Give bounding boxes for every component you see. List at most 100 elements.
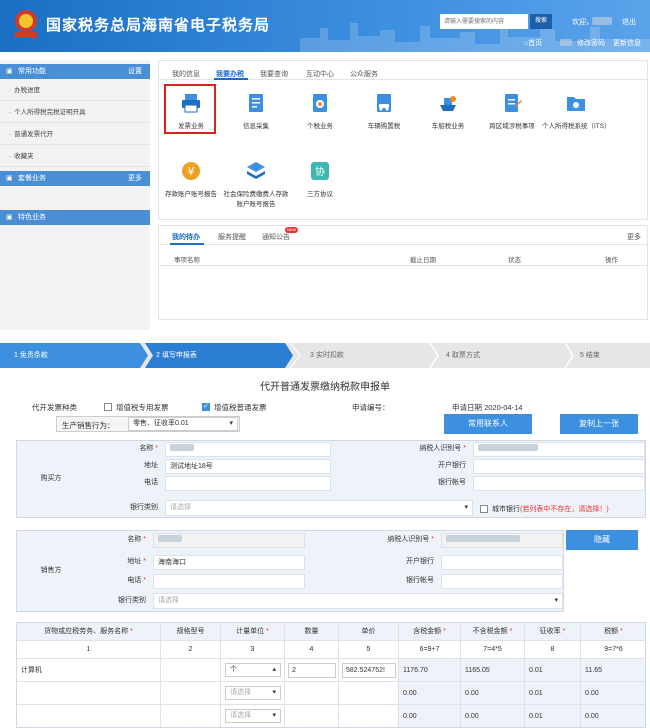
required-mark: * (264, 628, 269, 635)
more-link[interactable]: 更多 (128, 171, 142, 186)
seller-account-input[interactable] (441, 574, 563, 589)
buyer-bank-type-select[interactable]: 请选择 ▾ (165, 500, 473, 516)
table-cell[interactable] (161, 705, 221, 727)
table-cell[interactable] (285, 682, 339, 705)
unit-select[interactable]: 请选择 ▾ (225, 686, 281, 700)
tab-my-todo[interactable]: 我的待办 (172, 232, 200, 242)
invoice-type-label: 代开发票种类 (32, 403, 77, 412)
buyer-open-bank-input[interactable] (473, 459, 645, 474)
func-social-insurance-account[interactable]: 社会保险费缴费人存款账户账号报告 (222, 160, 290, 208)
welcome-text: 欢迎， (572, 19, 593, 26)
unit-select[interactable]: 个 ▴ (225, 663, 281, 677)
table-cell[interactable]: 个 ▴ (221, 659, 285, 682)
col-status: 状态 (508, 257, 521, 264)
func-tripartite-agreement[interactable]: 协 三方协议 (286, 160, 354, 198)
step-fill-form[interactable]: 2 填写申报表 (156, 343, 197, 368)
buyer-phone-input[interactable] (165, 476, 331, 491)
table-cell[interactable]: 计算机 (17, 659, 161, 682)
seller-phone-input[interactable] (153, 574, 305, 589)
table-cell[interactable]: 请选择 ▾ (221, 682, 285, 705)
search-input[interactable] (440, 14, 528, 29)
sidebar-section-common[interactable]: ▣ 常用功能 设置 (0, 64, 150, 79)
func-deposit-account-report[interactable]: ¥ 存款账户账号报告 (157, 160, 225, 198)
tab-query[interactable]: 我要查询 (260, 69, 288, 79)
func-vehicle-vessel-tax[interactable]: 车船税业务 (414, 92, 482, 130)
copy-last-button[interactable]: 复制上一张 (560, 414, 638, 434)
apply-no-label: 申请编号： (352, 403, 390, 412)
sidebar-section-featured[interactable]: ▣ 特色业务 (0, 210, 150, 225)
col-header-text: 数量 (304, 628, 319, 635)
update-info-link[interactable]: 更新信息 (613, 38, 641, 48)
section-title: 套餐业务 (18, 175, 46, 182)
buyer-tax-id-input[interactable] (473, 442, 645, 457)
document-edit-icon (505, 94, 522, 112)
hide-button[interactable]: 隐藏 (566, 530, 638, 550)
col-index: 9=7*6 (581, 641, 645, 659)
seller-phone-label: 电话 * (86, 574, 152, 588)
table-cell[interactable] (17, 705, 161, 727)
buyer-address-input[interactable]: 测试地址18号 (165, 459, 331, 474)
sidebar-item-progress[interactable]: 办税进度 (0, 80, 150, 101)
step-disclaimer[interactable]: 1 免责条款 (14, 343, 48, 368)
tab-service-reminder[interactable]: 服务提醒 (218, 232, 246, 242)
func-vehicle-purchase-tax[interactable]: 车辆购置税 (350, 92, 418, 130)
placeholder: 请选择 (158, 597, 179, 604)
sidebar-item-favorites[interactable]: 收藏夹 (0, 146, 150, 167)
col-header-text: 货物或应税劳务、服务名称 (44, 628, 129, 635)
col-header: 征收率 * (525, 623, 581, 641)
table-cell[interactable] (161, 659, 221, 682)
func-invoice[interactable]: 发票业务 (157, 92, 225, 130)
table-cell[interactable]: 2 (285, 659, 339, 682)
col-action: 操作 (605, 257, 618, 264)
func-its[interactable]: 个人所得税系统（ITS） (542, 92, 611, 130)
city-bank-checkbox[interactable] (480, 505, 488, 513)
home-link[interactable]: ⌂首页 (524, 38, 542, 48)
table-cell[interactable] (161, 682, 221, 705)
tab-public-service[interactable]: 公众服务 (350, 69, 378, 79)
normal-invoice-checkbox[interactable] (202, 402, 210, 411)
personal-tax-icon (313, 94, 327, 112)
seller-bank-type-select[interactable]: 请选择 ▾ (153, 593, 563, 609)
table-cell: 11.65 (581, 659, 645, 682)
tab-notice[interactable]: 通知公告 (262, 232, 290, 242)
more-link[interactable]: 更多 (627, 232, 641, 242)
func-label: 车辆购置税 (367, 123, 401, 130)
special-invoice-checkbox[interactable] (104, 403, 112, 411)
username-blurred (592, 17, 612, 25)
sidebar-item-tax-certificate[interactable]: 个人所得税完税证明开具 (0, 102, 150, 123)
buyer-name-input[interactable] (165, 442, 331, 457)
table-cell[interactable] (285, 705, 339, 727)
seller-bank-type-label: 银行类别 (86, 594, 152, 608)
table-cell[interactable] (17, 682, 161, 705)
tab-my-info[interactable]: 我的信息 (172, 69, 200, 79)
todo-divider (158, 244, 648, 245)
buyer-account-input[interactable] (473, 476, 645, 491)
sales-behavior-select[interactable]: 零售、征收率0.01 ▾ (128, 417, 238, 431)
table-cell[interactable]: 请选择 ▾ (221, 705, 285, 727)
sidebar-item-invoice[interactable]: 普通发票代开 (0, 124, 150, 145)
table-cell[interactable]: 582.524752! (339, 659, 399, 682)
buyer-phone-label: 电话 (86, 476, 164, 490)
label-text: 名称 (139, 445, 154, 452)
change-password-link[interactable]: 修改密码 (577, 38, 605, 48)
table-cell[interactable] (339, 705, 399, 727)
tab-interaction[interactable]: 互动中心 (306, 69, 334, 79)
func-info-collect[interactable]: 信息采集 (222, 92, 290, 130)
func-cross-region[interactable]: 跨区域涉税事项 (478, 92, 546, 130)
table-cell[interactable] (339, 682, 399, 705)
func-label: 跨区域涉税事项 (489, 123, 535, 130)
settings-link[interactable]: 设置 (128, 64, 142, 79)
logout-link[interactable]: 退出 (622, 17, 636, 27)
cell-input[interactable]: 2 (288, 663, 336, 678)
sidebar-section-packages[interactable]: ▣ 套餐业务 更多 (0, 171, 150, 186)
cell-input[interactable]: 582.524752! (342, 663, 396, 678)
col-deadline: 截止日期 (410, 257, 436, 264)
contacts-button[interactable]: 常用联系人 (444, 414, 532, 434)
func-label: 存款账户账号报告 (165, 191, 217, 198)
table-cell: 0.00 (581, 682, 645, 705)
func-personal-tax[interactable]: 个税业务 (286, 92, 354, 130)
seller-address-input[interactable]: 海南海口 (153, 555, 305, 570)
search-button[interactable]: 搜索 (530, 14, 552, 29)
unit-select[interactable]: 请选择 ▾ (225, 709, 281, 723)
seller-open-bank-input[interactable] (441, 555, 563, 570)
